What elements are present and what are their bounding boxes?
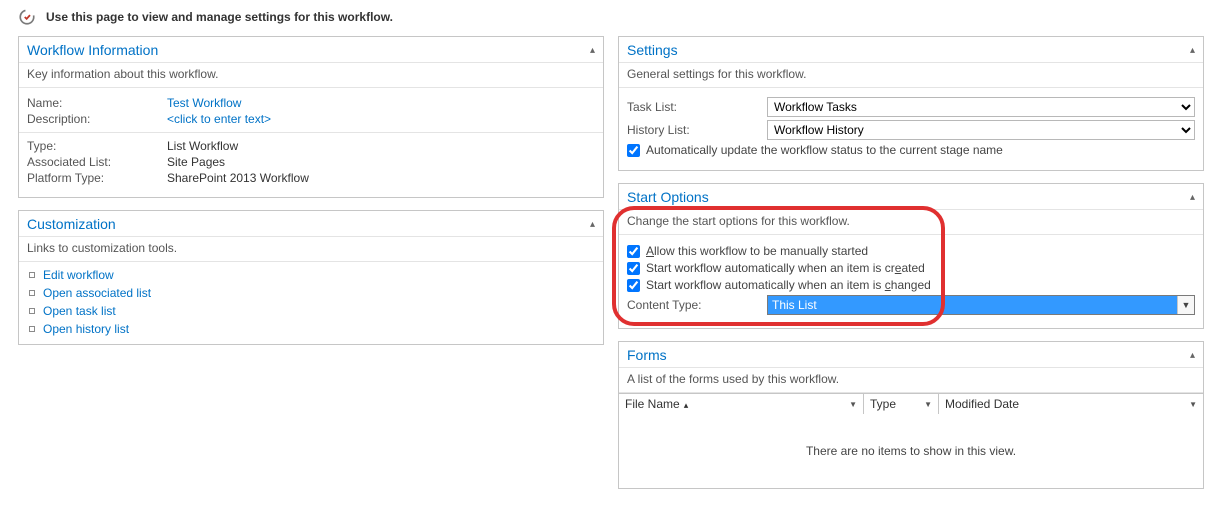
customization-links: Edit workflow Open associated list Open … (19, 262, 603, 344)
panel-subtitle: Key information about this workflow. (19, 63, 603, 88)
panel-start-options: Start Options ▴ Change the start options… (618, 183, 1204, 329)
checkbox-manual-start[interactable] (627, 245, 640, 258)
chevron-up-icon: ▴ (590, 219, 595, 230)
link-open-task-list[interactable]: Open task list (29, 304, 593, 318)
select-content-type-value: This List (768, 296, 1177, 314)
label-history-list: History List: (627, 123, 767, 137)
chevron-up-icon: ▴ (1190, 350, 1195, 361)
label-name: Name: (27, 96, 167, 110)
label-associated-list: Associated List: (27, 155, 167, 169)
panel-settings: Settings ▴ General settings for this wor… (618, 36, 1204, 171)
page-header: Use this page to view and manage setting… (0, 0, 1226, 36)
panel-header[interactable]: Start Options ▴ (619, 184, 1203, 210)
chevron-down-icon: ▼ (1177, 296, 1194, 314)
label-content-type: Content Type: (627, 298, 767, 312)
label-start-on-changed: Start workflow automatically when an ite… (646, 278, 931, 292)
checkbox-auto-update-status[interactable] (627, 144, 640, 157)
label-type: Type: (27, 139, 167, 153)
select-task-list[interactable]: Workflow Tasks (767, 97, 1195, 117)
label-manual-start: Allow this workflow to be manually start… (646, 244, 868, 258)
select-history-list[interactable]: Workflow History (767, 120, 1195, 140)
forms-grid-header: File Name▴ ▼ Type ▼ Modified Date ▼ (619, 393, 1203, 414)
label-start-on-created: Start workflow automatically when an ite… (646, 261, 925, 275)
panel-subtitle: A list of the forms used by this workflo… (619, 368, 1203, 393)
label-auto-update-status: Automatically update the workflow status… (646, 143, 1003, 157)
panel-subtitle: General settings for this workflow. (619, 63, 1203, 88)
label-description: Description: (27, 112, 167, 126)
chevron-up-icon: ▴ (590, 45, 595, 56)
panel-subtitle: Change the start options for this workfl… (619, 210, 1203, 235)
chevron-up-icon: ▴ (1190, 192, 1195, 203)
panel-header[interactable]: Forms ▴ (619, 342, 1203, 368)
column-header-file-name[interactable]: File Name▴ ▼ (619, 394, 864, 414)
panel-header[interactable]: Customization ▴ (19, 211, 603, 237)
link-edit-workflow[interactable]: Edit workflow (29, 268, 593, 282)
checkbox-start-on-created[interactable] (627, 262, 640, 275)
value-name[interactable]: Test Workflow (167, 96, 241, 110)
label-platform-type: Platform Type: (27, 171, 167, 185)
link-label: Open associated list (43, 286, 151, 300)
link-open-history-list[interactable]: Open history list (29, 322, 593, 336)
value-type: List Workflow (167, 139, 238, 153)
left-column: Workflow Information ▴ Key information a… (18, 36, 604, 345)
panel-title: Start Options (627, 189, 709, 205)
forms-grid-empty-message: There are no items to show in this view. (619, 414, 1203, 488)
column-header-modified-date[interactable]: Modified Date ▼ (939, 394, 1203, 414)
square-bullet-icon (29, 290, 35, 296)
panel-forms: Forms ▴ A list of the forms used by this… (618, 341, 1204, 489)
square-bullet-icon (29, 326, 35, 332)
panel-workflow-information: Workflow Information ▴ Key information a… (18, 36, 604, 198)
workflow-settings-icon (18, 8, 36, 26)
checkbox-start-on-changed[interactable] (627, 279, 640, 292)
panel-title: Settings (627, 42, 678, 58)
panel-header[interactable]: Workflow Information ▴ (19, 37, 603, 63)
link-open-associated-list[interactable]: Open associated list (29, 286, 593, 300)
link-label: Open history list (43, 322, 129, 336)
label-task-list: Task List: (627, 100, 767, 114)
square-bullet-icon (29, 272, 35, 278)
panel-title: Forms (627, 347, 667, 363)
panel-customization: Customization ▴ Links to customization t… (18, 210, 604, 345)
value-associated-list: Site Pages (167, 155, 225, 169)
panel-title: Workflow Information (27, 42, 158, 58)
description-placeholder[interactable]: <click to enter text> (167, 112, 271, 126)
chevron-down-icon: ▼ (1189, 400, 1197, 409)
select-content-type[interactable]: This List ▼ (767, 295, 1195, 315)
chevron-up-icon: ▴ (1190, 45, 1195, 56)
chevron-down-icon: ▼ (924, 400, 932, 409)
panel-title: Customization (27, 216, 116, 232)
square-bullet-icon (29, 308, 35, 314)
panel-header[interactable]: Settings ▴ (619, 37, 1203, 63)
value-platform-type: SharePoint 2013 Workflow (167, 171, 309, 185)
panel-subtitle: Links to customization tools. (19, 237, 603, 262)
chevron-down-icon: ▼ (849, 400, 857, 409)
right-column: Settings ▴ General settings for this wor… (618, 36, 1204, 489)
page-intro-text: Use this page to view and manage setting… (46, 10, 393, 24)
sort-asc-icon: ▴ (684, 400, 689, 410)
link-label: Edit workflow (43, 268, 114, 282)
link-label: Open task list (43, 304, 116, 318)
column-header-type[interactable]: Type ▼ (864, 394, 939, 414)
